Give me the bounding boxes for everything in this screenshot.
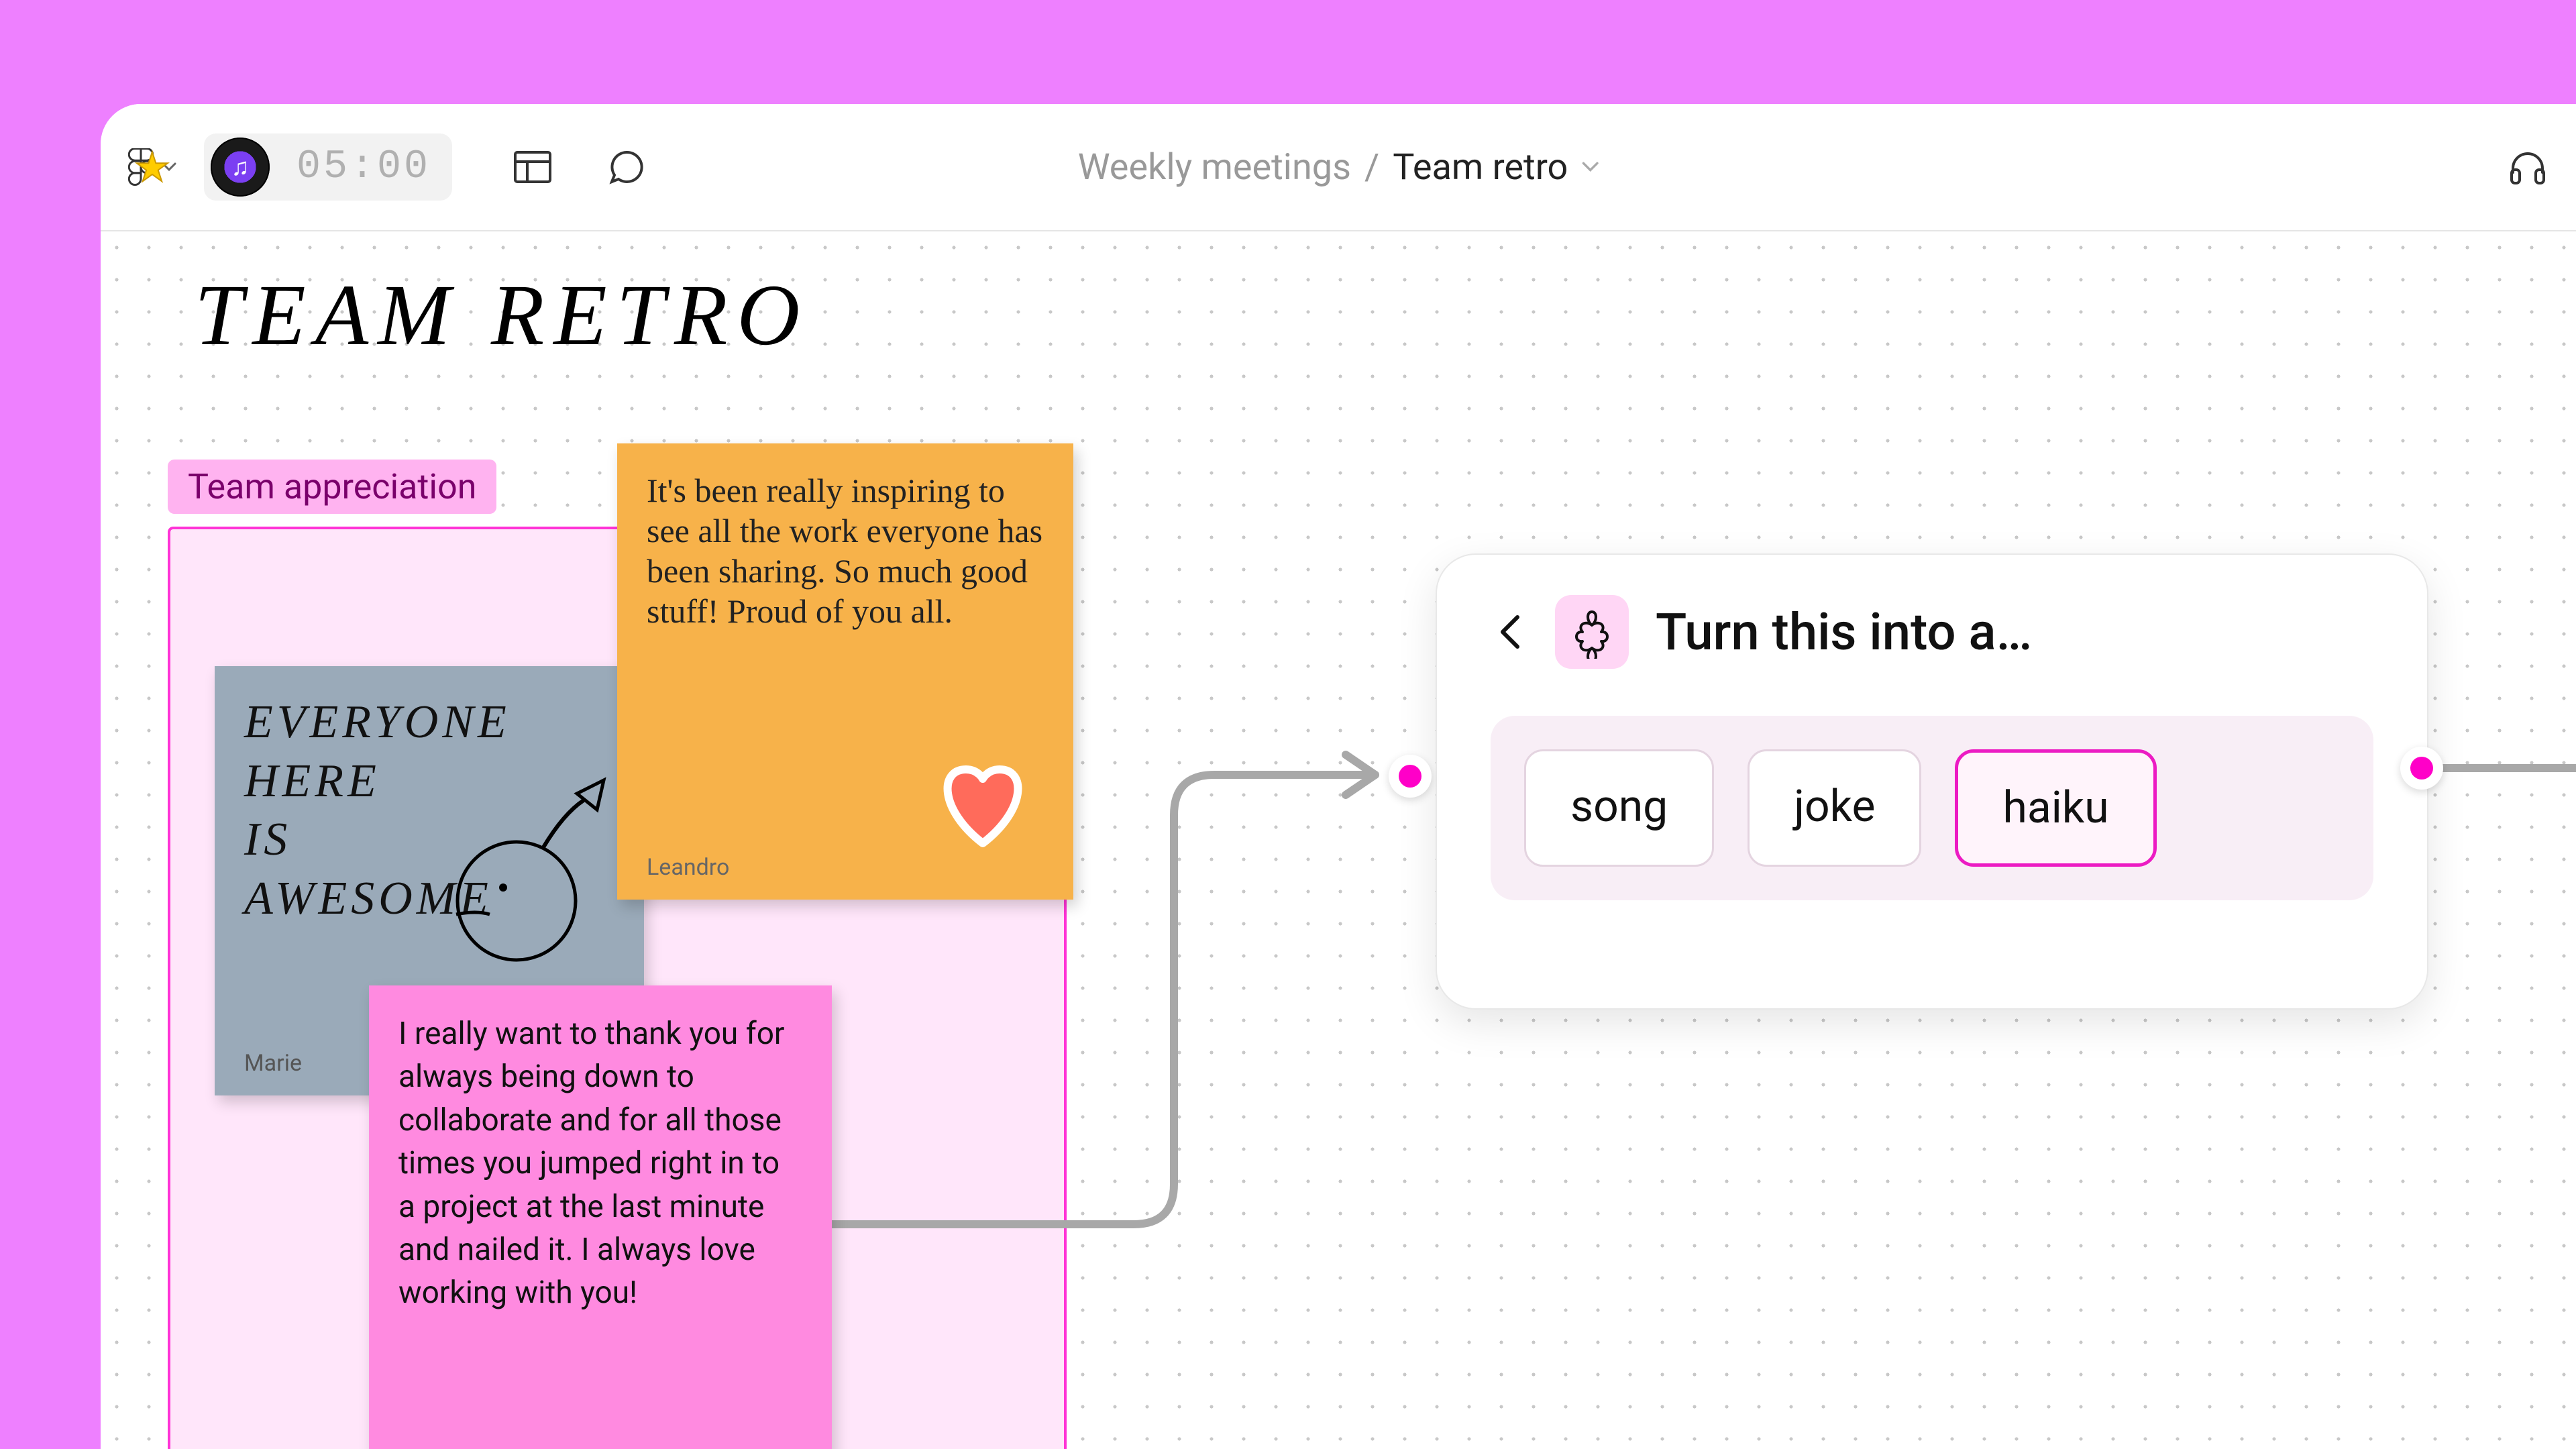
connection-node-right[interactable]: [2400, 747, 2443, 790]
ai-option-haiku[interactable]: haiku: [1955, 749, 2156, 867]
vinyl-record-icon: ♫: [211, 138, 270, 197]
breadcrumb-separator: /: [1364, 146, 1379, 189]
sticky-author: Marie: [244, 1050, 302, 1077]
ai-card-header: Turn this into a…: [1437, 555, 2427, 689]
comment-icon[interactable]: [606, 147, 647, 187]
sticky-author: Leandro: [647, 854, 729, 881]
ai-transform-card[interactable]: Turn this into a… song joke haiku: [1436, 553, 2428, 1010]
sticky-text: It's been really inspiring to see all th…: [647, 470, 1044, 631]
sticky-note-pink[interactable]: I really want to thank you for always be…: [369, 985, 832, 1449]
timer-widget[interactable]: ♫ ★ 05:00: [204, 133, 452, 201]
headphones-icon[interactable]: [2506, 146, 2549, 189]
breadcrumb-parent[interactable]: Weekly meetings: [1078, 146, 1351, 189]
ai-card-title: Turn this into a…: [1656, 602, 2032, 662]
heart-sticker-icon: [932, 756, 1033, 853]
back-chevron-icon[interactable]: [1491, 613, 1528, 651]
doodle-face-icon: [436, 773, 624, 975]
toolbar: ♫ ★ 05:00 Weekly meetings / Team retro: [101, 104, 2576, 231]
breadcrumb-current[interactable]: Team retro: [1393, 146, 1568, 189]
connection-node-left[interactable]: [1389, 755, 1432, 798]
ai-option-song[interactable]: song: [1524, 749, 1714, 867]
canvas[interactable]: TEAM RETRO Team appreciation EVERYONE HE…: [101, 231, 2576, 1449]
ai-option-joke[interactable]: joke: [1748, 749, 1921, 867]
section-label[interactable]: Team appreciation: [168, 460, 496, 514]
ai-flower-icon: [1555, 595, 1629, 669]
ai-options-row: song joke haiku: [1491, 716, 2373, 900]
breadcrumb-chevron-icon[interactable]: [1581, 162, 1599, 172]
layout-panel-icon[interactable]: [513, 147, 553, 187]
breadcrumb: Weekly meetings / Team retro: [1078, 146, 1599, 189]
sticky-note-orange[interactable]: It's been really inspiring to see all th…: [617, 443, 1073, 900]
app-window: ♫ ★ 05:00 Weekly meetings / Team retro T…: [101, 104, 2576, 1449]
timer-value: 05:00: [297, 144, 431, 190]
star-icon: ★: [134, 144, 170, 191]
board-title[interactable]: TEAM RETRO: [195, 265, 809, 366]
sticky-text: I really want to thank you for always be…: [398, 1012, 802, 1315]
